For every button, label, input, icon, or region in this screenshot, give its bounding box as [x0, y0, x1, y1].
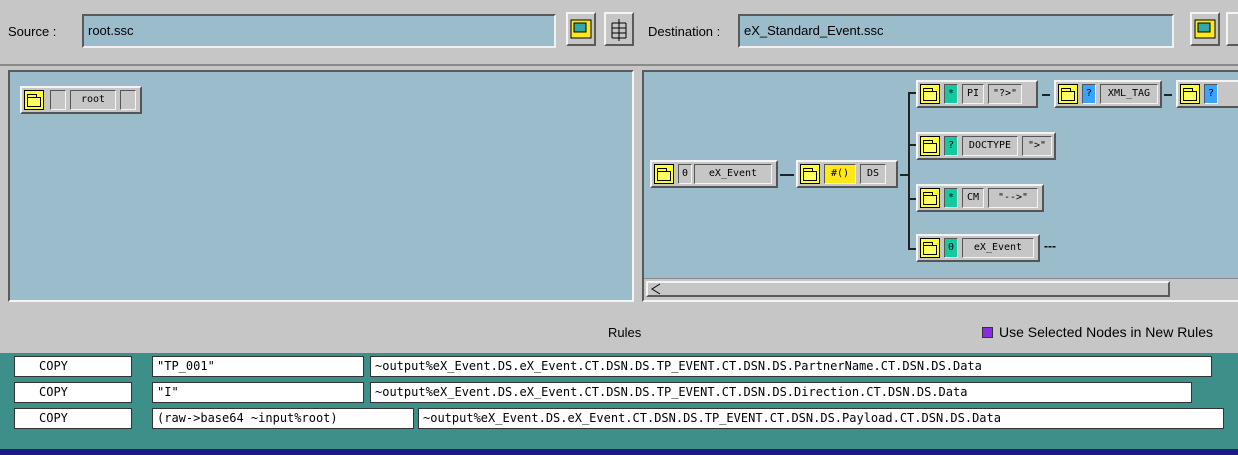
connector: [908, 92, 916, 94]
rule-source[interactable]: "I": [152, 382, 364, 403]
connector: [1042, 94, 1050, 96]
connector: [908, 92, 910, 250]
folder-icon: [1058, 84, 1078, 104]
source-file-field[interactable]: root.ssc: [82, 14, 556, 48]
node-label: PI: [962, 84, 984, 104]
rule-op[interactable]: COPY: [14, 382, 132, 403]
dest-root-node[interactable]: 0 eX_Event: [650, 160, 778, 188]
collapsed-ellipsis: ---: [1044, 239, 1056, 253]
rule-source[interactable]: "TP_001": [152, 356, 364, 377]
rule-row[interactable]: COPY "TP_001" ~output%eX_Event.DS.eX_Eve…: [0, 353, 1238, 379]
connector: [780, 174, 794, 176]
connector: [1164, 94, 1172, 96]
node-count: 0: [678, 164, 692, 184]
connector: [908, 198, 916, 200]
open-file-icon: [1194, 19, 1216, 39]
rule-destination[interactable]: ~output%eX_Event.DS.eX_Event.CT.DSN.DS.T…: [370, 382, 1192, 403]
node-count: 0: [944, 238, 958, 258]
rule-op[interactable]: COPY: [14, 408, 132, 429]
source-tree-button[interactable]: [604, 12, 634, 46]
dest-xml-child-node[interactable]: ?: [1176, 80, 1238, 108]
node-count: [50, 90, 66, 110]
source-label: Source :: [8, 24, 57, 39]
rules-table: COPY "TP_001" ~output%eX_Event.DS.eX_Eve…: [0, 353, 1238, 450]
rule-destination[interactable]: ~output%eX_Event.DS.eX_Event.CT.DSN.DS.T…: [418, 408, 1224, 429]
connector: [900, 174, 908, 176]
dest-child-node[interactable]: 0 eX_Event: [916, 234, 1040, 262]
optional-mark: ?: [1204, 84, 1218, 104]
connector: [908, 144, 916, 146]
folder-icon: [920, 188, 940, 208]
destination-file-field[interactable]: eX_Standard_Event.ssc: [738, 14, 1174, 48]
dest-ds-node[interactable]: #() DS: [796, 160, 898, 188]
node-label: eX_Event: [962, 238, 1034, 258]
destination-tree-panel[interactable]: 0 eX_Event #() DS * PI "?>" ? XML_TAG ? …: [642, 70, 1238, 302]
dest-doctype-node[interactable]: ? DOCTYPE ">": [916, 132, 1056, 160]
node-label: XML_TAG: [1100, 84, 1158, 104]
repeat-mark: *: [944, 84, 958, 104]
rule-op[interactable]: COPY: [14, 356, 132, 377]
node-label: DS: [860, 164, 886, 184]
use-selected-checkbox[interactable]: [982, 327, 993, 338]
rule-destination[interactable]: ~output%eX_Event.DS.eX_Event.CT.DSN.DS.T…: [370, 356, 1212, 377]
folder-icon: [800, 164, 820, 184]
node-label: DOCTYPE: [962, 136, 1018, 156]
rule-row[interactable]: COPY (raw->base64 ~input%root) ~output%e…: [0, 405, 1238, 431]
node-label: eX_Event: [694, 164, 772, 184]
node-value: "?>": [988, 84, 1022, 104]
scrollbar-thumb[interactable]: [646, 281, 1170, 297]
node-tail: [120, 90, 136, 110]
source-root-node[interactable]: root: [20, 86, 142, 114]
node-value: ">": [1022, 136, 1052, 156]
source-open-button[interactable]: [566, 12, 596, 46]
dest-pi-node[interactable]: * PI "?>": [916, 80, 1038, 108]
rule-row[interactable]: COPY "I" ~output%eX_Event.DS.eX_Event.CT…: [0, 379, 1238, 405]
repeat-mark: #(): [824, 164, 856, 184]
destination-tree-button[interactable]: [1226, 12, 1238, 46]
optional-mark: ?: [944, 136, 958, 156]
scroll-left-icon: [651, 283, 661, 295]
folder-icon: [920, 136, 940, 156]
folder-icon: [654, 164, 674, 184]
folder-icon: [920, 238, 940, 258]
destination-open-button[interactable]: [1190, 12, 1220, 46]
rule-source[interactable]: (raw->base64 ~input%root): [152, 408, 414, 429]
dest-xml-tag-node[interactable]: ? XML_TAG: [1054, 80, 1162, 108]
folder-icon: [24, 90, 44, 110]
open-file-icon: [570, 19, 592, 39]
node-label: CM: [962, 188, 984, 208]
optional-mark: ?: [1082, 84, 1096, 104]
rules-header: Rules Use Selected Nodes in New Rules: [0, 311, 1238, 353]
folder-icon: [1180, 84, 1200, 104]
dest-cm-node[interactable]: * CM "-->": [916, 184, 1044, 212]
top-toolbar: Source : root.ssc Destination : eX_Stand…: [0, 0, 1238, 66]
connector: [908, 248, 916, 250]
folder-icon: [920, 84, 940, 104]
rules-title: Rules: [608, 325, 642, 340]
bottom-bar: [0, 449, 1238, 455]
node-value: "-->": [988, 188, 1038, 208]
destination-label: Destination :: [648, 24, 721, 39]
node-label: root: [70, 90, 116, 110]
horizontal-scrollbar[interactable]: [644, 278, 1238, 300]
tree-layout-icon: [611, 19, 627, 41]
use-selected-label: Use Selected Nodes in New Rules: [999, 324, 1213, 340]
source-tree-panel[interactable]: root: [8, 70, 634, 302]
repeat-mark: *: [944, 188, 958, 208]
